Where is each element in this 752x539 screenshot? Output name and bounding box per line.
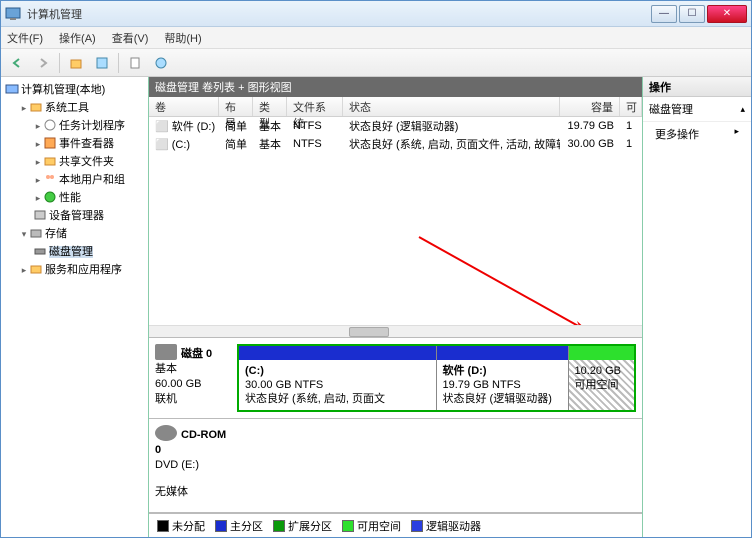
chevron-up-icon: ▴ (740, 104, 745, 115)
actions-more[interactable]: 更多操作 ▸ (643, 122, 751, 146)
graphical-view: 磁盘 0 基本 60.00 GB 联机 (C:) 30.00 GB NTFS 状… (149, 337, 642, 537)
disk-icon (155, 344, 177, 360)
disk-0-row: 磁盘 0 基本 60.00 GB 联机 (C:) 30.00 GB NTFS 状… (149, 338, 642, 419)
close-button[interactable]: ✕ (707, 5, 747, 23)
actions-context[interactable]: 磁盘管理▴ (643, 97, 751, 122)
volume-list: 卷 布局 类型 文件系统 状态 容量 可 ⬜ 软件 (D:)简单基本NTFS状态… (149, 97, 642, 337)
center-header: 磁盘管理 卷列表 + 图形视图 (149, 77, 642, 97)
col-free[interactable]: 可 (620, 97, 642, 116)
menu-action[interactable]: 操作(A) (59, 30, 96, 46)
title-bar: 计算机管理 — ☐ ✕ (1, 1, 751, 27)
horizontal-scrollbar[interactable] (149, 325, 642, 337)
volume-table-header: 卷 布局 类型 文件系统 状态 容量 可 (149, 97, 642, 117)
forward-button[interactable] (31, 51, 55, 75)
partition-c[interactable]: (C:) 30.00 GB NTFS 状态良好 (系统, 启动, 页面文 (239, 346, 437, 410)
actions-pane: 操作 磁盘管理▴ 更多操作 ▸ (643, 77, 751, 537)
chevron-right-icon: ▸ (734, 126, 739, 137)
tree-shared-folders[interactable]: ▸共享文件夹 (33, 153, 146, 171)
partition-d[interactable]: 软件 (D:) 19.79 GB NTFS 状态良好 (逻辑驱动器) (437, 346, 569, 410)
cdrom-label[interactable]: CD-ROM 0 DVD (E:) 无媒体 (155, 425, 231, 506)
menu-bar: 文件(F) 操作(A) 查看(V) 帮助(H) (1, 27, 751, 49)
table-row[interactable]: ⬜ 软件 (D:)简单基本NTFS状态良好 (逻辑驱动器)19.79 GB1 (149, 117, 642, 135)
col-type[interactable]: 类型 (253, 97, 287, 116)
navigation-tree: 计算机管理(本地) ▸系统工具 ▸任务计划程序 ▸事件查看器 ▸共享文件夹 ▸本… (1, 77, 149, 537)
tree-services[interactable]: ▸服务和应用程序 (19, 261, 146, 279)
cdrom-row: CD-ROM 0 DVD (E:) 无媒体 (149, 419, 642, 513)
window-title: 计算机管理 (27, 6, 651, 22)
app-icon (5, 6, 21, 22)
back-button[interactable] (5, 51, 29, 75)
minimize-button[interactable]: — (651, 5, 677, 23)
properties-button[interactable] (123, 51, 147, 75)
col-capacity[interactable]: 容量 (560, 97, 620, 116)
legend: 未分配 主分区 扩展分区 可用空间 逻辑驱动器 (149, 513, 642, 537)
tree-storage[interactable]: ▾存储 磁盘管理 (19, 225, 146, 261)
cdrom-icon (155, 425, 177, 441)
help-button[interactable] (149, 51, 173, 75)
disk-0-label[interactable]: 磁盘 0 基本 60.00 GB 联机 (155, 344, 231, 412)
refresh-button[interactable] (90, 51, 114, 75)
col-volume[interactable]: 卷 (149, 97, 219, 116)
tree-root[interactable]: 计算机管理(本地) ▸系统工具 ▸任务计划程序 ▸事件查看器 ▸共享文件夹 ▸本… (5, 81, 146, 279)
toolbar (1, 49, 751, 77)
menu-file[interactable]: 文件(F) (7, 30, 43, 46)
actions-header: 操作 (643, 77, 751, 97)
partition-free[interactable]: 10.20 GB 可用空间 (569, 346, 635, 410)
menu-help[interactable]: 帮助(H) (164, 30, 201, 46)
tree-system-tools[interactable]: ▸系统工具 ▸任务计划程序 ▸事件查看器 ▸共享文件夹 ▸本地用户和组 ▸性能 … (19, 99, 146, 225)
up-button[interactable] (64, 51, 88, 75)
tree-event-viewer[interactable]: ▸事件查看器 (33, 135, 146, 153)
menu-view[interactable]: 查看(V) (112, 30, 149, 46)
tree-device-manager[interactable]: 设备管理器 (33, 207, 146, 225)
table-row[interactable]: ⬜ (C:)简单基本NTFS状态良好 (系统, 启动, 页面文件, 活动, 故障… (149, 135, 642, 153)
col-status[interactable]: 状态 (343, 97, 560, 116)
tree-local-users[interactable]: ▸本地用户和组 (33, 171, 146, 189)
col-layout[interactable]: 布局 (219, 97, 253, 116)
col-filesystem[interactable]: 文件系统 (287, 97, 343, 116)
annotation-arrow (409, 227, 609, 325)
tree-disk-management[interactable]: 磁盘管理 (33, 243, 146, 261)
tree-performance[interactable]: ▸性能 (33, 189, 146, 207)
tree-task-scheduler[interactable]: ▸任务计划程序 (33, 117, 146, 135)
maximize-button[interactable]: ☐ (679, 5, 705, 23)
